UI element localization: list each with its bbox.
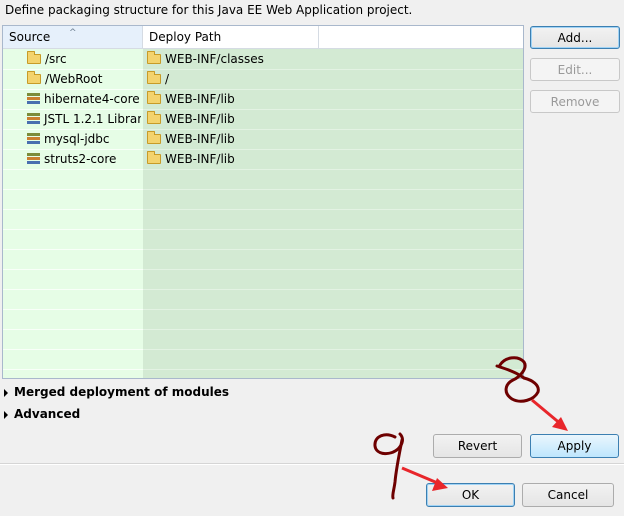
library-icon: [27, 152, 40, 165]
remove-button[interactable]: Remove: [530, 90, 620, 113]
source-label: struts2-core: [44, 152, 117, 166]
deploy-path-cell: WEB-INF/lib: [147, 129, 317, 149]
page-description: Define packaging structure for this Java…: [5, 3, 413, 17]
row-divider: [143, 349, 523, 350]
row-divider: [143, 89, 523, 90]
deploy-path-cell: /: [147, 69, 317, 89]
source-cell: mysql-jdbc: [27, 129, 141, 149]
apply-button[interactable]: Apply: [530, 434, 619, 458]
edit-button[interactable]: Edit...: [530, 58, 620, 81]
table-row[interactable]: mysql-jdbc WEB-INF/lib: [3, 129, 523, 149]
source-label: hibernate4-core: [44, 92, 140, 106]
row-divider: [143, 209, 523, 210]
deploy-path-label: WEB-INF/lib: [165, 92, 235, 106]
row-divider: [143, 269, 523, 270]
annotation-arrow-8: [531, 398, 568, 431]
row-divider: [143, 329, 523, 330]
deploy-path-label: WEB-INF/lib: [165, 112, 235, 126]
row-divider: [143, 289, 523, 290]
row-divider: [143, 229, 523, 230]
row-divider: [143, 249, 523, 250]
folder-icon: [27, 50, 41, 64]
deploy-path-cell: WEB-INF/lib: [147, 109, 317, 129]
folder-icon: [147, 50, 161, 64]
column-header-source[interactable]: Source ^: [3, 26, 143, 48]
source-cell: struts2-core: [27, 149, 141, 169]
row-divider: [143, 149, 523, 150]
deploy-path-cell: WEB-INF/lib: [147, 149, 317, 169]
table-row[interactable]: /WebRoot /: [3, 69, 523, 89]
row-divider: [143, 109, 523, 110]
row-divider: [143, 69, 523, 70]
expand-arrow-icon: [4, 410, 8, 419]
deploy-path-label: WEB-INF/lib: [165, 152, 235, 166]
library-icon: [27, 132, 40, 145]
ok-button[interactable]: OK: [426, 483, 515, 507]
folder-icon: [147, 150, 161, 164]
add-button[interactable]: Add...: [530, 26, 620, 49]
folder-icon: [147, 110, 161, 124]
advanced-label: Advanced: [14, 407, 81, 421]
expand-arrow-icon: [4, 388, 8, 397]
deploy-path-label: /: [165, 72, 170, 86]
advanced-section[interactable]: Advanced: [4, 407, 80, 421]
table-row[interactable]: JSTL 1.2.1 Librar WEB-INF/lib: [3, 109, 523, 129]
source-label: /WebRoot: [45, 72, 103, 86]
deployment-assembly-table[interactable]: Source ^ Deploy Path /src WEB-INF/classes…: [2, 25, 524, 379]
table-row[interactable]: struts2-core WEB-INF/lib: [3, 149, 523, 169]
row-divider: [143, 169, 523, 170]
folder-icon: [147, 130, 161, 144]
deploy-path-label: WEB-INF/lib: [165, 132, 235, 146]
row-divider: [143, 129, 523, 130]
source-cell: hibernate4-core: [27, 89, 141, 109]
source-label: JSTL 1.2.1 Librar: [44, 112, 141, 126]
source-cell: /src: [27, 49, 141, 69]
column-header-deploy-path[interactable]: Deploy Path: [143, 26, 319, 48]
source-cell: JSTL 1.2.1 Librar: [27, 109, 141, 129]
row-divider: [143, 369, 523, 370]
row-divider: [143, 309, 523, 310]
merged-deployment-label: Merged deployment of modules: [14, 385, 230, 399]
sort-ascending-icon: ^: [69, 28, 77, 38]
table-header: Source ^ Deploy Path: [3, 26, 523, 49]
annotation-number-9: [373, 432, 404, 500]
table-row[interactable]: /src WEB-INF/classes: [3, 49, 523, 69]
source-label: mysql-jdbc: [44, 132, 110, 146]
folder-icon: [27, 70, 41, 84]
table-row[interactable]: hibernate4-core WEB-INF/lib: [3, 89, 523, 109]
dialog-separator: [0, 463, 624, 465]
merged-deployment-section[interactable]: Merged deployment of modules: [4, 385, 229, 399]
cancel-button[interactable]: Cancel: [522, 483, 614, 507]
folder-icon: [147, 70, 161, 84]
row-divider: [143, 189, 523, 190]
deploy-path-cell: WEB-INF/lib: [147, 89, 317, 109]
library-icon: [27, 112, 40, 125]
deploy-path-label: WEB-INF/classes: [165, 52, 264, 66]
library-icon: [27, 92, 40, 105]
column-header-filler: [319, 26, 523, 48]
folder-icon: [147, 90, 161, 104]
source-label: /src: [45, 52, 67, 66]
deploy-path-cell: WEB-INF/classes: [147, 49, 317, 69]
source-cell: /WebRoot: [27, 69, 141, 89]
revert-button[interactable]: Revert: [433, 434, 522, 458]
